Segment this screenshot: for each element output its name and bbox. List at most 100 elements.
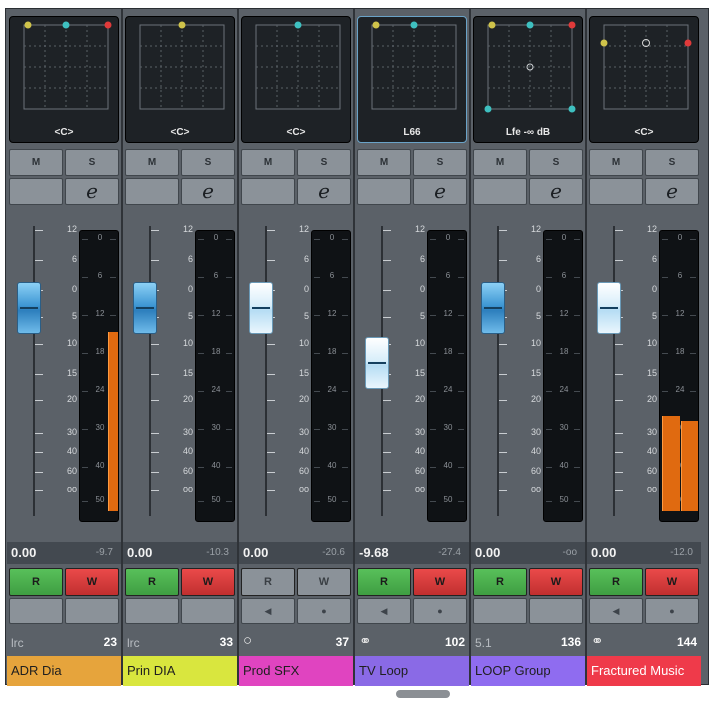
surround-panner[interactable]: <C>: [589, 16, 699, 143]
solo-button[interactable]: S: [413, 149, 467, 176]
record-button[interactable]: [181, 598, 235, 624]
solo-button[interactable]: S: [529, 149, 583, 176]
monitor-button[interactable]: ◀: [357, 598, 411, 624]
surround-panner[interactable]: <C>: [9, 16, 119, 143]
panner-dot[interactable]: [24, 21, 32, 29]
channel-name[interactable]: Fractured Music: [587, 656, 701, 686]
fader-db-value[interactable]: -9.68: [359, 545, 389, 560]
write-automation-button[interactable]: W: [297, 568, 351, 596]
fader-db-value[interactable]: 0.00: [11, 545, 36, 560]
edit-channel-button[interactable]: e: [297, 178, 351, 205]
peak-level-value[interactable]: -20.6: [322, 547, 345, 558]
solo-button[interactable]: S: [297, 149, 351, 176]
record-button[interactable]: [65, 598, 119, 624]
monitor-button[interactable]: [473, 598, 527, 624]
fader-db-value[interactable]: 0.00: [127, 545, 152, 560]
listen-button[interactable]: [125, 178, 179, 205]
mute-button[interactable]: M: [241, 149, 295, 176]
channel-name[interactable]: Prod SFX: [239, 656, 353, 686]
peak-level-value[interactable]: -oo: [563, 547, 577, 558]
scroll-handle[interactable]: [396, 690, 450, 698]
panner-dot[interactable]: [568, 21, 576, 29]
listen-button[interactable]: [241, 178, 295, 205]
level-meter: 0 6 12 18 24 30 40 50: [659, 230, 699, 522]
record-button[interactable]: [529, 598, 583, 624]
edit-channel-button[interactable]: e: [65, 178, 119, 205]
mute-button[interactable]: M: [357, 149, 411, 176]
mute-button[interactable]: M: [589, 149, 643, 176]
surround-panner[interactable]: <C>: [241, 16, 351, 143]
record-button[interactable]: ●: [413, 598, 467, 624]
channel-name[interactable]: Prin DIA: [123, 656, 237, 686]
read-automation-button[interactable]: R: [473, 568, 527, 596]
write-automation-button[interactable]: W: [529, 568, 583, 596]
peak-level-value[interactable]: -10.3: [206, 547, 229, 558]
mute-button[interactable]: M: [125, 149, 179, 176]
channel-name[interactable]: ADR Dia: [7, 656, 121, 686]
read-automation-button[interactable]: R: [589, 568, 643, 596]
panner-dot[interactable]: [568, 105, 576, 113]
meter-scale-label: 6: [561, 271, 567, 280]
volume-fader-handle[interactable]: [481, 282, 505, 335]
listen-button[interactable]: [589, 178, 643, 205]
solo-button[interactable]: S: [181, 149, 235, 176]
panner-dot[interactable]: [372, 21, 380, 29]
volume-fader-handle[interactable]: [17, 282, 41, 335]
edit-channel-button[interactable]: e: [529, 178, 583, 205]
tick-line: [198, 353, 204, 354]
write-automation-button[interactable]: W: [181, 568, 235, 596]
surround-panner[interactable]: L66: [357, 16, 467, 143]
volume-fader-handle[interactable]: [365, 337, 389, 390]
listen-button[interactable]: [473, 178, 527, 205]
panner-dot[interactable]: [410, 21, 418, 29]
listen-button[interactable]: [357, 178, 411, 205]
mute-button[interactable]: M: [9, 149, 63, 176]
fader-scale-label: 6: [303, 254, 309, 264]
volume-fader-handle[interactable]: [133, 282, 157, 335]
monitor-button[interactable]: [9, 598, 63, 624]
fader-db-value[interactable]: 0.00: [243, 545, 268, 560]
listen-button[interactable]: [9, 178, 63, 205]
surround-panner[interactable]: <C>: [125, 16, 235, 143]
panner-dot[interactable]: [684, 39, 692, 47]
fader-db-value[interactable]: 0.00: [475, 545, 500, 560]
record-button[interactable]: ●: [297, 598, 351, 624]
solo-button[interactable]: S: [65, 149, 119, 176]
solo-button[interactable]: S: [645, 149, 699, 176]
write-automation-button[interactable]: W: [645, 568, 699, 596]
peak-level-value[interactable]: -27.4: [438, 547, 461, 558]
panner-dot[interactable]: [178, 21, 186, 29]
read-automation-button[interactable]: R: [9, 568, 63, 596]
peak-level-value[interactable]: -9.7: [96, 547, 113, 558]
record-button[interactable]: ●: [645, 598, 699, 624]
peak-level-value[interactable]: -12.0: [670, 547, 693, 558]
panner-dot[interactable]: [294, 21, 302, 29]
monitor-button[interactable]: [125, 598, 179, 624]
panner-dot[interactable]: [62, 21, 70, 29]
fader-db-value[interactable]: 0.00: [591, 545, 616, 560]
panner-dot[interactable]: [104, 21, 112, 29]
read-automation-button[interactable]: R: [125, 568, 179, 596]
level-meter: 0 6 12 18 24 30 40 50: [79, 230, 119, 522]
monitor-button[interactable]: ◀: [589, 598, 643, 624]
write-automation-button[interactable]: W: [65, 568, 119, 596]
mute-button[interactable]: M: [473, 149, 527, 176]
write-automation-button[interactable]: W: [413, 568, 467, 596]
volume-fader-handle[interactable]: [597, 282, 621, 335]
channel-name[interactable]: TV Loop: [355, 656, 469, 686]
volume-fader-handle[interactable]: [249, 282, 273, 335]
monitor-button[interactable]: ◀: [241, 598, 295, 624]
read-automation-button[interactable]: R: [241, 568, 295, 596]
read-automation-button[interactable]: R: [357, 568, 411, 596]
panner-dot[interactable]: [488, 21, 496, 29]
panner-dot[interactable]: [526, 21, 534, 29]
channel-name[interactable]: LOOP Group: [471, 656, 585, 686]
edit-channel-button[interactable]: e: [181, 178, 235, 205]
surround-panner[interactable]: Lfe -∞ dB: [473, 16, 583, 143]
meter-scale-label: 18: [95, 347, 105, 356]
meter-scale-label: 6: [677, 271, 683, 280]
panner-dot[interactable]: [484, 105, 492, 113]
edit-channel-button[interactable]: e: [645, 178, 699, 205]
panner-dot[interactable]: [600, 39, 608, 47]
edit-channel-button[interactable]: e: [413, 178, 467, 205]
